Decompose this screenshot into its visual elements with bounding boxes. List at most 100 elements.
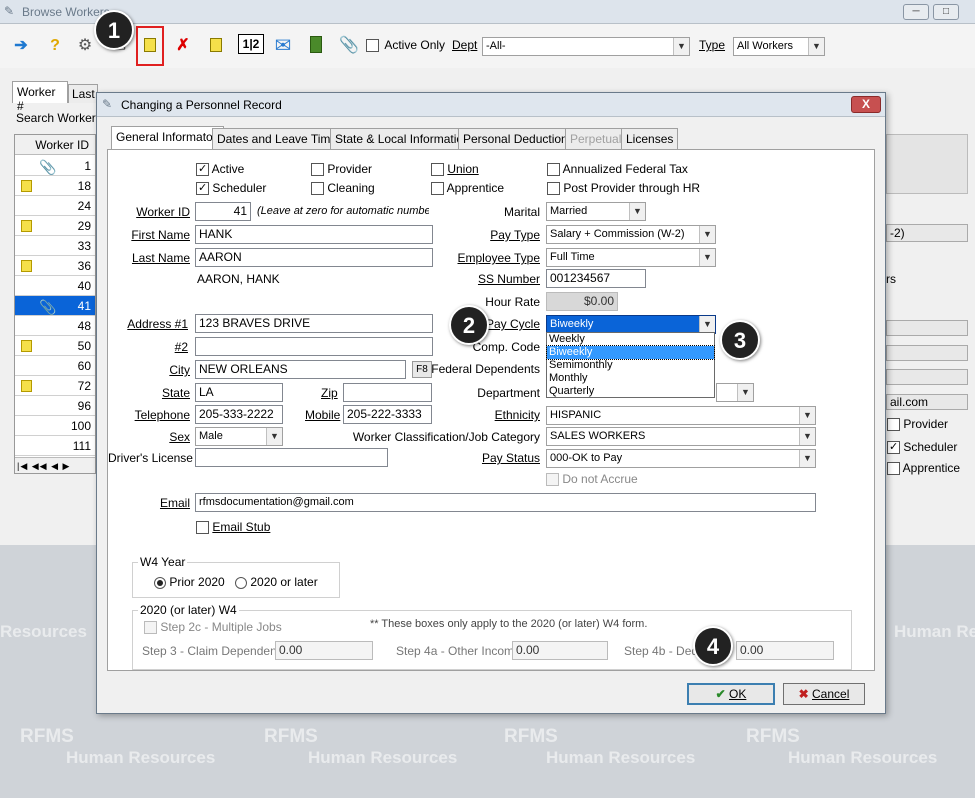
employee-type-value: Full Time: [550, 251, 595, 263]
drivers-license-input[interactable]: [195, 448, 388, 467]
worker-id-cell: 100: [70, 419, 91, 433]
table-row[interactable]: 48: [15, 316, 95, 336]
worker-id-input[interactable]: 41: [195, 202, 251, 221]
tab-personal-deductions[interactable]: Personal Deductions: [458, 128, 579, 149]
minimize-icon[interactable]: ─: [903, 4, 929, 20]
first-name-input[interactable]: HANK: [195, 225, 433, 244]
table-row[interactable]: 📎 1: [15, 156, 95, 176]
tab-last-name[interactable]: Last N: [68, 84, 98, 103]
tools-icon[interactable]: ⚙: [74, 36, 96, 56]
back-arrow-icon[interactable]: ➔: [10, 36, 32, 56]
pay-status-dropdown[interactable]: 000-OK to Pay ▼: [546, 449, 816, 468]
chevron-down-icon: ▼: [799, 450, 815, 467]
pay-cycle-option-monthly[interactable]: Monthly: [547, 372, 714, 385]
workers-grid[interactable]: Worker ID 📎 1 18 24 29 33 36 40 📎 41 48 50 60 72 96 100…: [14, 134, 96, 474]
tab-worker-number[interactable]: Worker #: [12, 81, 68, 113]
pay-cycle-option-biweekly[interactable]: Biweekly: [546, 345, 715, 360]
marital-dropdown[interactable]: Married ▼: [546, 202, 646, 221]
edit-record-button[interactable]: [136, 26, 164, 66]
scheduler-checkbox[interactable]: Scheduler: [196, 181, 266, 196]
table-row[interactable]: 29: [15, 216, 95, 236]
state-input[interactable]: LA: [195, 383, 283, 402]
cleaning-checkbox[interactable]: Cleaning: [311, 181, 375, 196]
table-row[interactable]: 60: [15, 356, 95, 376]
tab-general-information[interactable]: General Informaton: [111, 126, 225, 150]
telephone-input[interactable]: 205-333-2222: [195, 405, 283, 424]
note-icon[interactable]: [210, 38, 222, 52]
active-checkbox[interactable]: Active: [196, 162, 244, 177]
ethnicity-dropdown[interactable]: HISPANIC ▼: [546, 406, 816, 425]
union-checkbox[interactable]: Union: [431, 162, 479, 177]
apprentice-checkbox[interactable]: Apprentice: [431, 181, 504, 196]
annualized-federal-tax-label: Annualized Federal Tax: [562, 162, 688, 176]
book-icon[interactable]: [310, 36, 322, 53]
numbering-icon[interactable]: 1|2: [238, 34, 264, 54]
pay-cycle-option-semimonthly[interactable]: Semimonthly: [547, 359, 714, 372]
tab-dates-leave-time[interactable]: Dates and Leave Time: [212, 128, 343, 149]
pay-cycle-value: Biweekly: [550, 318, 594, 330]
table-row[interactable]: 100: [15, 416, 95, 436]
table-row[interactable]: 50: [15, 336, 95, 356]
w4-2020-or-later-radio[interactable]: 2020 or later: [235, 575, 318, 589]
city-input[interactable]: NEW ORLEANS: [195, 360, 406, 379]
cancel-button[interactable]: ✖ Cancel: [783, 683, 865, 705]
callout-badge-1: 1: [94, 10, 134, 50]
annualized-federal-tax-checkbox[interactable]: Annualized Federal Tax: [547, 162, 688, 177]
apprentice-checkbox-bg[interactable]: Apprentice: [887, 461, 960, 476]
step2c-label: Step 2c - Multiple Jobs: [160, 620, 282, 634]
paperclip-icon: 📎: [39, 159, 57, 175]
table-row[interactable]: 33: [15, 236, 95, 256]
w4-prior-2020-radio[interactable]: Prior 2020: [154, 575, 225, 589]
active-only-checkbox[interactable]: Active Only: [366, 38, 445, 53]
right-panel-field: [886, 345, 968, 361]
tab-licenses[interactable]: Licenses: [621, 128, 679, 149]
pay-cycle-option-quarterly[interactable]: Quarterly: [547, 385, 714, 398]
table-row[interactable]: 18: [15, 176, 95, 196]
restore-icon[interactable]: □: [933, 4, 959, 20]
table-row[interactable]: 72: [15, 376, 95, 396]
email-stub-checkbox[interactable]: Email Stub: [196, 520, 270, 535]
cancel-label: Cancel: [812, 687, 850, 701]
email-icon[interactable]: ✉: [272, 36, 294, 56]
table-row[interactable]: 36: [15, 256, 95, 276]
step3-label: Step 3 - Claim Dependents: [142, 644, 287, 658]
pay-type-dropdown[interactable]: Salary + Commission (W-2) ▼: [546, 225, 716, 244]
tab-state-local-information[interactable]: State & Local Information: [330, 128, 475, 149]
paperclip-icon[interactable]: 📎: [338, 36, 360, 56]
ok-button[interactable]: ✔ OK: [687, 683, 775, 705]
chevron-down-icon: ▼: [799, 407, 815, 424]
worker-id-label: Worker ID: [136, 205, 190, 219]
close-button[interactable]: X: [851, 96, 881, 113]
chevron-down-icon: ▼: [808, 38, 824, 55]
toolbar: ➔ ? ⚙ ❐ ✗ 1|2 ✉ 📎 Active Only Dept -All-…: [0, 24, 975, 68]
help-icon[interactable]: ?: [44, 36, 66, 56]
worker-id-cell: 48: [77, 319, 91, 333]
table-row[interactable]: 96: [15, 396, 95, 416]
type-dropdown[interactable]: All Workers ▼: [733, 37, 825, 56]
scheduler-checkbox-bg[interactable]: Scheduler: [887, 440, 957, 455]
pay-cycle-option-weekly[interactable]: Weekly: [547, 333, 714, 346]
post-provider-checkbox[interactable]: Post Provider through HR: [547, 181, 701, 196]
dept-dropdown[interactable]: -All- ▼: [482, 37, 690, 56]
post-provider-label: Post Provider through HR: [563, 181, 701, 195]
table-row[interactable]: 111: [15, 436, 95, 456]
do-not-accrue-label: Do not Accrue: [562, 472, 638, 486]
pay-cycle-listbox[interactable]: Weekly Biweekly Semimonthly Monthly Quar…: [546, 332, 715, 398]
employee-type-dropdown[interactable]: Full Time ▼: [546, 248, 716, 267]
address2-input[interactable]: [195, 337, 433, 356]
last-name-input[interactable]: AARON: [195, 248, 433, 267]
email-input[interactable]: rfmsdocumentation@gmail.com: [195, 493, 816, 512]
worker-classification-dropdown[interactable]: SALES WORKERS ▼: [546, 427, 816, 446]
sex-dropdown[interactable]: Male ▼: [195, 427, 283, 446]
department-dropdown[interactable]: ▼: [716, 383, 754, 402]
provider-checkbox-bg[interactable]: Provider: [887, 417, 948, 432]
address1-input[interactable]: 123 BRAVES DRIVE: [195, 314, 433, 333]
delete-record-icon[interactable]: ✗: [172, 36, 194, 56]
table-row[interactable]: 24: [15, 196, 95, 216]
grid-navigator[interactable]: |◀ ◀◀ ◀ ▶: [15, 457, 95, 473]
provider-checkbox[interactable]: Provider: [311, 162, 372, 177]
ss-number-input[interactable]: 001234567: [546, 269, 646, 288]
table-row[interactable]: 40: [15, 276, 95, 296]
chevron-down-icon: ▼: [699, 316, 715, 333]
table-row[interactable]: 📎 41: [15, 296, 95, 316]
